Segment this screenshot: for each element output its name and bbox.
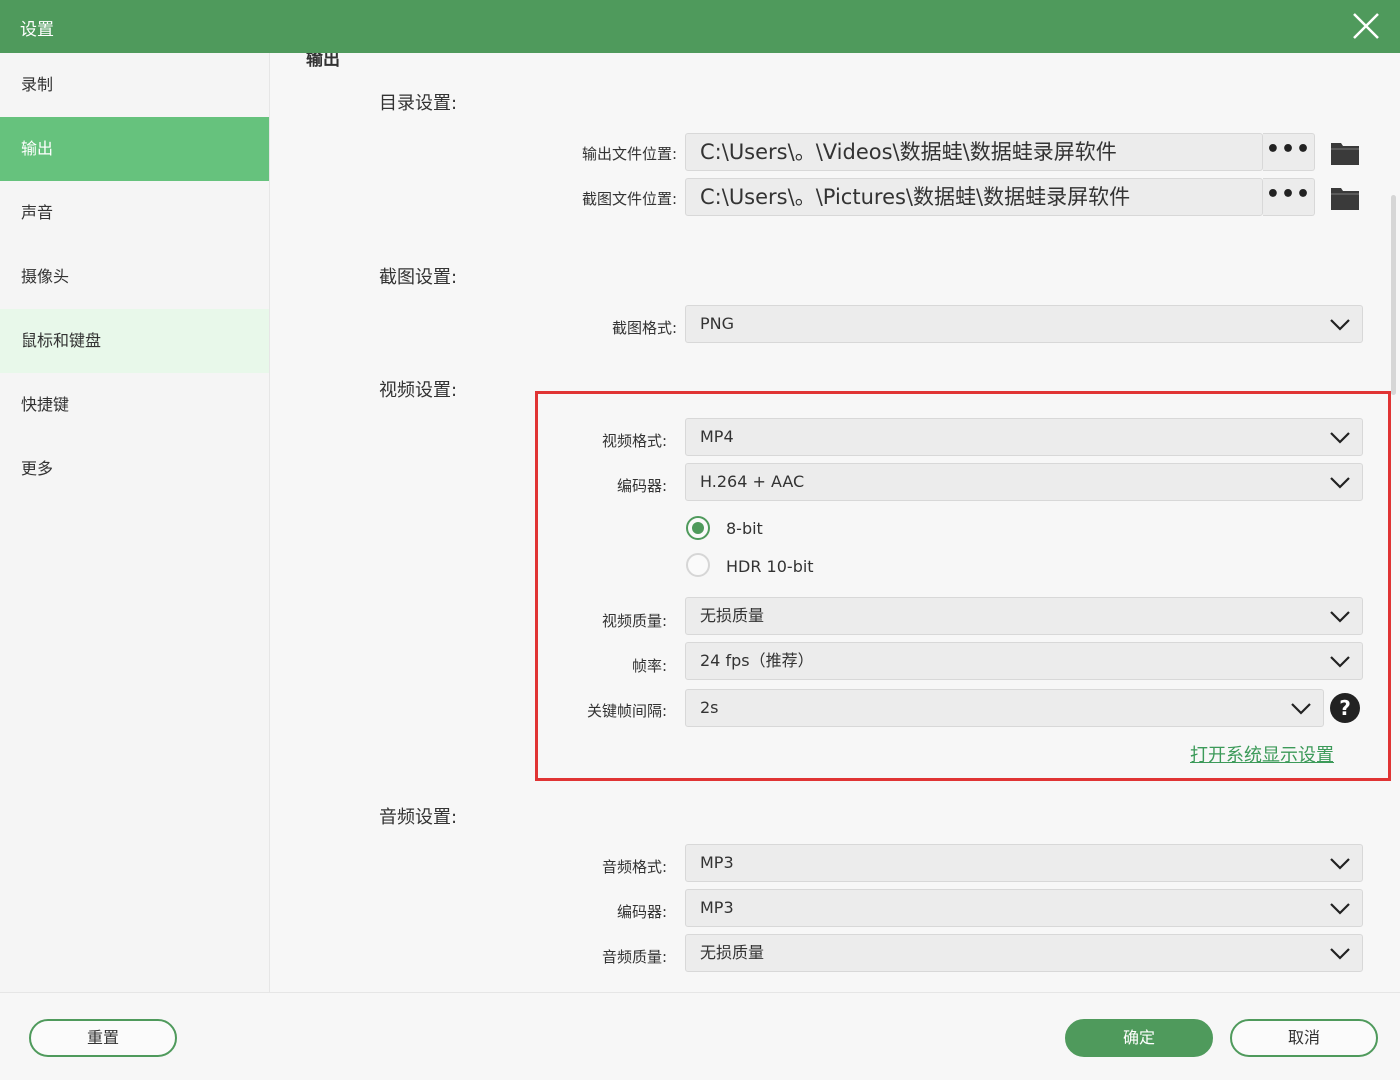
folder-icon[interactable] [1330,140,1360,166]
sidebar-item-more[interactable]: 更多 [0,437,269,501]
folder-icon[interactable] [1330,185,1360,211]
cancel-button[interactable]: 取消 [1230,1019,1378,1057]
radio-8bit[interactable] [686,516,710,540]
audio-format-value: MP3 [700,853,734,872]
screenshot-format-select[interactable]: PNG [685,305,1363,343]
video-encoder-select[interactable]: H.264 + AAC [685,463,1363,501]
question-icon[interactable]: ? [1330,693,1360,723]
screenshot-format-value: PNG [700,314,735,333]
keyframe-interval-label: 关键帧间隔: [586,702,667,720]
screenshot-browse-button[interactable]: ••• [1263,178,1315,216]
frame-rate-value: 24 fps（推荐） [700,651,814,670]
chevron-down-icon [1330,611,1350,623]
screenshot-location-field[interactable]: C:\Users\。\Pictures\数据蛙\数据蛙录屏软件 [685,178,1263,216]
video-quality-select[interactable]: 无损质量 [685,597,1363,635]
ok-button[interactable]: 确定 [1065,1019,1213,1057]
video-format-select[interactable]: MP4 [685,418,1363,456]
sidebar-item-mouse-keyboard[interactable]: 鼠标和键盘 [0,309,269,373]
footer-bar: 重置 确定 取消 [0,992,1400,1080]
video-format-value: MP4 [700,427,734,446]
audio-encoder-value: MP3 [700,898,734,917]
sidebar-item-sound[interactable]: 声音 [0,181,269,245]
window-title: 设置 [20,20,54,40]
audio-format-label: 音频格式: [601,858,667,876]
output-browse-button[interactable]: ••• [1263,133,1315,171]
audio-encoder-label: 编码器: [616,903,667,921]
audio-quality-select[interactable]: 无损质量 [685,934,1363,972]
chevron-down-icon [1330,858,1350,870]
video-encoder-value: H.264 + AAC [700,472,805,491]
close-icon[interactable] [1350,10,1382,42]
audio-settings-title: 音频设置: [379,807,458,828]
audio-quality-value: 无损质量 [700,943,765,962]
screenshot-settings-title: 截图设置: [379,267,458,288]
audio-encoder-select[interactable]: MP3 [685,889,1363,927]
chevron-down-icon [1330,432,1350,444]
scrollbar[interactable] [1391,195,1396,395]
sidebar-item-output[interactable]: 输出 [0,117,269,181]
audio-format-select[interactable]: MP3 [685,844,1363,882]
section-heading-output: 输出 [306,53,340,70]
reset-button[interactable]: 重置 [29,1019,177,1057]
chevron-down-icon [1330,948,1350,960]
output-location-label: 输出文件位置: [581,145,677,163]
settings-content[interactable]: 输出 目录设置: 输出文件位置: C:\Users\。\Videos\数据蛙\数… [271,53,1391,992]
screenshot-location-label: 截图文件位置: [581,190,677,208]
sidebar: 录制 输出 声音 摄像头 鼠标和键盘 快捷键 更多 [0,53,270,992]
audio-quality-label: 音频质量: [601,948,667,966]
video-settings-title: 视频设置: [379,380,458,401]
output-location-field[interactable]: C:\Users\。\Videos\数据蛙\数据蛙录屏软件 [685,133,1263,171]
sidebar-item-camera[interactable]: 摄像头 [0,245,269,309]
radio-8bit-label: 8-bit [726,519,763,538]
frame-rate-label: 帧率: [631,657,667,675]
video-encoder-label: 编码器: [616,477,667,495]
video-format-label: 视频格式: [601,432,667,450]
video-quality-label: 视频质量: [601,612,667,630]
video-quality-value: 无损质量 [700,606,765,625]
radio-hdr-10bit-label: HDR 10-bit [726,557,814,576]
chevron-down-icon [1330,477,1350,489]
open-display-settings-link[interactable]: 打开系统显示设置 [1190,741,1334,767]
chevron-down-icon [1330,656,1350,668]
chevron-down-icon [1330,903,1350,915]
directory-settings-title: 目录设置: [379,93,458,114]
keyframe-interval-value: 2s [700,698,719,717]
screenshot-format-label: 截图格式: [611,319,677,337]
keyframe-interval-select[interactable]: 2s [685,689,1324,727]
chevron-down-icon [1291,703,1311,715]
chevron-down-icon [1330,319,1350,331]
title-bar: 设置 [0,0,1400,53]
radio-hdr-10bit[interactable] [686,553,710,577]
sidebar-item-shortcuts[interactable]: 快捷键 [0,373,269,437]
sidebar-item-record[interactable]: 录制 [0,53,269,117]
frame-rate-select[interactable]: 24 fps（推荐） [685,642,1363,680]
